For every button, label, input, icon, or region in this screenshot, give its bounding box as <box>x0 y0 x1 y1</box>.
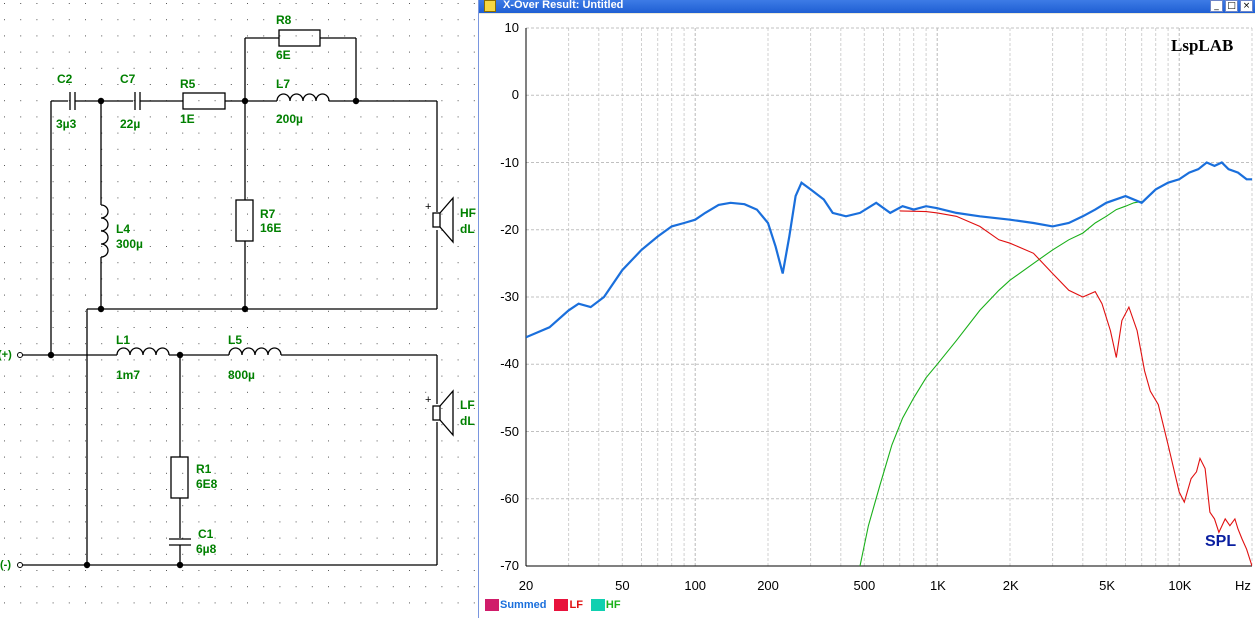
c1-value: 6µ8 <box>196 542 217 556</box>
close-button[interactable]: × <box>1240 0 1253 12</box>
brand-label: LspLAB <box>1171 36 1234 55</box>
series-line-summed <box>526 161 1252 339</box>
hf-speaker-icon <box>432 212 441 228</box>
lf-speaker-icon <box>439 389 454 437</box>
x-tick-label: 5K <box>1099 578 1115 593</box>
legend-item-hf: HF <box>590 596 621 614</box>
r1-ref: R1 <box>196 462 212 476</box>
x-axis-unit: Hz <box>1235 578 1251 593</box>
x-tick-label: 10K <box>1168 578 1192 593</box>
junction-dot <box>352 97 360 105</box>
grid <box>525 27 1253 567</box>
app-icon[interactable] <box>484 0 496 12</box>
y-tick-label: -30 <box>500 289 519 304</box>
l1-inductor <box>116 347 170 356</box>
lf-polarity-plus: + <box>425 394 431 406</box>
y-tick-label: 10 <box>504 20 519 35</box>
r8-value: 6E <box>276 48 291 62</box>
r5-ref: R5 <box>180 77 196 91</box>
xover-result-window[interactable]: X-Over Result: Untitled _ □ × 10 0 -10 -20-… <box>478 0 1255 618</box>
spl-chart[interactable]: 10 0 -10 -20 -30 -40 -50 -60 -70 20 50 100 200 500 1K… <box>479 14 1255 618</box>
r8-resistor <box>278 29 321 47</box>
r8-ref: R8 <box>276 13 292 27</box>
junction-dot <box>176 561 184 569</box>
y-tick-label: -60 <box>500 490 519 506</box>
series-line-hf <box>859 200 1142 566</box>
x-tick-label: 500 <box>853 578 876 593</box>
legend-item-lf: LF <box>554 596 583 614</box>
y-tick-label: -10 <box>500 154 519 170</box>
c2-value: 3µ3 <box>56 117 77 131</box>
junction-dot <box>97 305 105 313</box>
r7-ref: R7 <box>260 207 276 221</box>
junction-dot <box>97 97 105 105</box>
c1-ref: C1 <box>198 527 214 541</box>
l5-inductor <box>228 347 282 356</box>
l4-ref: L4 <box>116 222 131 236</box>
l4-inductor <box>100 204 109 258</box>
x-tick-label: 20 <box>518 578 534 593</box>
junction-dot <box>241 97 249 105</box>
legend-label: Summed <box>500 598 547 611</box>
minimize-button[interactable]: _ <box>1210 0 1223 12</box>
y-tick-label: 0 <box>511 87 519 103</box>
l1-ref: L1 <box>116 333 131 347</box>
legend-swatch <box>590 598 605 611</box>
l7-value: 200µ <box>276 112 303 126</box>
window-title: X-Over Result: Untitled <box>503 0 624 11</box>
c7-value: 22µ <box>120 117 141 131</box>
chart-canvas <box>525 27 1253 567</box>
legend-label: HF <box>605 598 621 611</box>
schematic-canvas: ++ <box>4 3 475 604</box>
x-tick-label: 100 <box>684 578 707 593</box>
hf-polarity-plus: + <box>425 201 431 213</box>
l1-value: 1m7 <box>116 368 141 382</box>
legend-item-summed: Summed <box>485 596 546 614</box>
lf-speaker-icon <box>432 405 441 421</box>
maximize-button[interactable]: □ <box>1225 0 1238 12</box>
chart-legend: Summed LF HF <box>485 596 629 612</box>
positive-terminal-label: (+) <box>0 349 12 361</box>
lf-driver-sub: dL <box>460 414 475 428</box>
r7-resistor <box>235 199 254 242</box>
hf-driver-label: HF <box>460 206 476 220</box>
junction-dot <box>176 351 184 359</box>
positive-terminal <box>17 352 23 358</box>
legend-label: LF <box>569 598 583 611</box>
r5-resistor <box>182 92 226 110</box>
l5-ref: L5 <box>228 333 243 347</box>
c7-ref: C7 <box>120 72 136 86</box>
r1-value: 6E8 <box>196 477 218 491</box>
junction-dot <box>83 561 91 569</box>
lf-driver-label: LF <box>460 398 475 412</box>
r7-value: 16E <box>260 221 282 235</box>
y-tick-label: -50 <box>500 423 519 439</box>
l5-value: 800µ <box>228 368 255 382</box>
negative-terminal-label: (-) <box>0 559 11 571</box>
series-line-lf <box>899 210 1252 566</box>
r1-resistor <box>170 456 189 499</box>
hf-speaker-icon <box>439 196 454 244</box>
junction-dot <box>241 305 249 313</box>
hf-driver-sub: dL <box>460 222 475 236</box>
r5-value: 1E <box>180 112 195 126</box>
l7-inductor <box>276 93 330 102</box>
legend-swatch <box>485 598 499 611</box>
y-tick-label: -40 <box>500 356 519 372</box>
l4-value: 300µ <box>116 237 143 251</box>
window-titlebar[interactable]: X-Over Result: Untitled _ □ × <box>479 0 1255 13</box>
x-tick-label: 2K <box>1002 578 1019 593</box>
legend-swatch <box>554 598 569 611</box>
negative-terminal <box>17 562 23 568</box>
crossover-schematic[interactable]: + + C2 3µ3 C7 22µ R5 1E R8 6E L7 200µ L4 … <box>0 0 478 618</box>
x-tick-label: 200 <box>757 578 779 593</box>
x-tick-label: 50 <box>615 578 630 593</box>
l7-ref: L7 <box>276 77 291 91</box>
junction-dot <box>47 351 55 359</box>
y-tick-label: -70 <box>500 558 519 573</box>
quantity-label: SPL <box>1205 533 1237 550</box>
c2-ref: C2 <box>57 72 73 86</box>
y-tick-label: -20 <box>500 221 519 237</box>
x-tick-label: 1K <box>929 578 946 593</box>
